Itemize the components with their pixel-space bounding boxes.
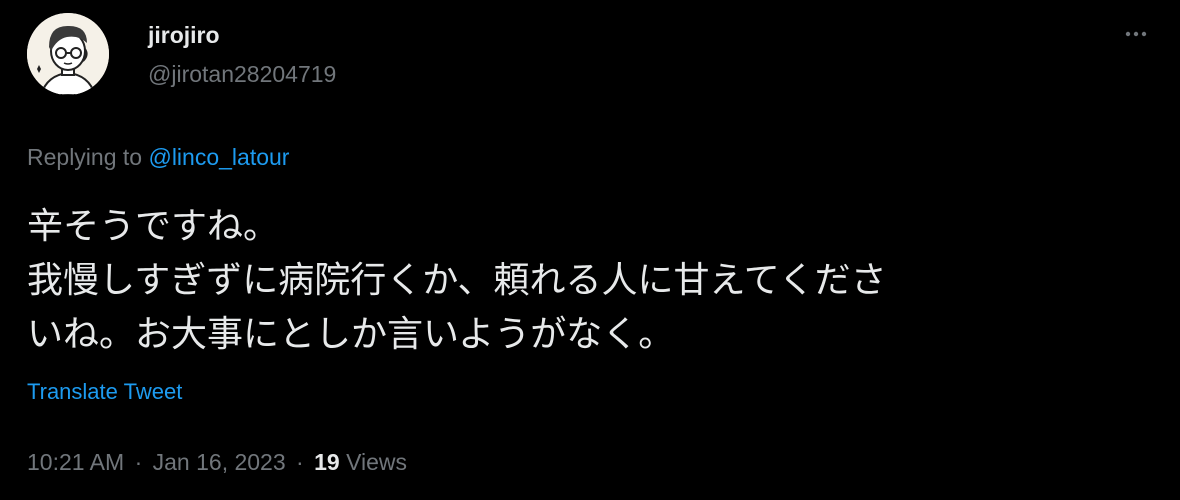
tweet-text-line: 辛そうですね。 bbox=[27, 206, 280, 247]
tweet-time[interactable]: 10:21 AM bbox=[27, 449, 124, 475]
author-display-name[interactable]: jirojiro bbox=[148, 22, 220, 49]
reply-mention-link[interactable]: @linco_latour bbox=[148, 144, 289, 170]
tweet-text-line: いね。お大事にとしか言いようがなく。 bbox=[27, 314, 675, 355]
more-options-button[interactable] bbox=[1122, 24, 1152, 44]
tweet-date[interactable]: Jan 16, 2023 bbox=[153, 449, 286, 475]
avatar[interactable] bbox=[27, 13, 109, 95]
tweet: jirojiro @jirotan28204719 Replying to @l… bbox=[0, 0, 1180, 500]
author-handle[interactable]: @jirotan28204719 bbox=[148, 61, 336, 88]
tweet-text-line: 我慢しすぎずに病院行くか、頼れる人に甘えてくださ bbox=[27, 260, 887, 301]
meta-separator: · bbox=[134, 449, 143, 475]
tweet-text: 辛そうですね。 我慢しすぎずに病院行くか、頼れる人に甘えてくださ いね。お大事に… bbox=[27, 200, 1157, 362]
views-count: 19 bbox=[314, 449, 340, 475]
reply-context: Replying to @linco_latour bbox=[27, 144, 289, 171]
tweet-metadata: 10:21 AM · Jan 16, 2023 · 19 Views bbox=[27, 449, 407, 476]
views-label: Views bbox=[346, 449, 408, 475]
reply-context-prefix: Replying to bbox=[27, 144, 149, 170]
translate-tweet-link[interactable]: Translate Tweet bbox=[27, 379, 182, 405]
meta-separator: · bbox=[296, 449, 304, 475]
cartoon-man-with-glasses-avatar-icon bbox=[27, 13, 109, 95]
ellipsis-icon bbox=[1125, 31, 1147, 37]
